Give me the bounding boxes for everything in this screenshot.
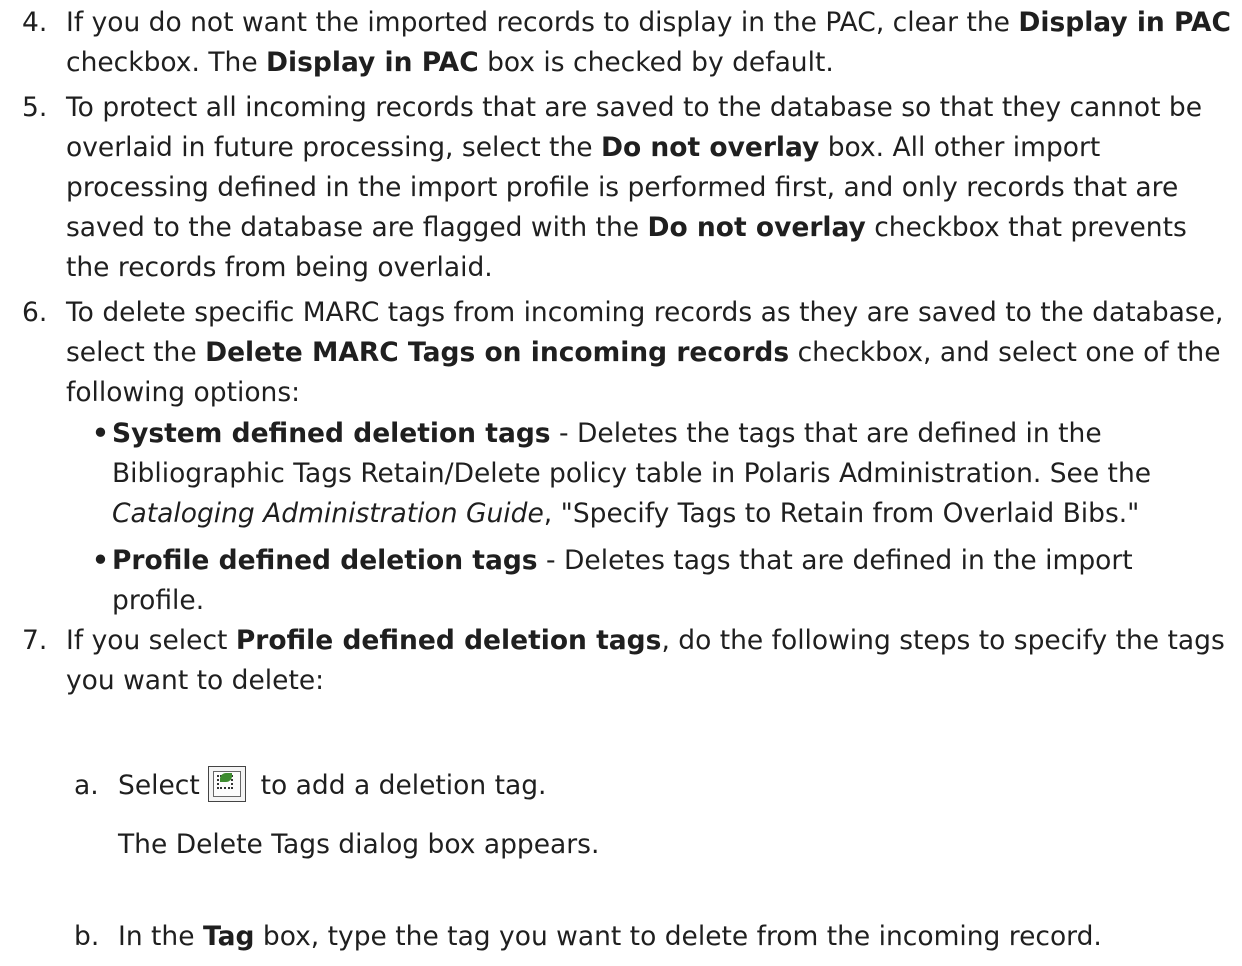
bullet-text: System defined deletion tags - Deletes t…: [112, 414, 1232, 534]
bold-term: Display in PAC: [1018, 7, 1231, 38]
step-5: 5. To protect all incoming records that …: [22, 88, 1232, 288]
step-7: 7. If you select Profile defined deletio…: [22, 621, 1232, 701]
bold-term: Display in PAC: [266, 47, 479, 78]
step-number: 6.: [22, 297, 48, 328]
substep-b: b. In the Tag box, type the tag you want…: [74, 917, 1234, 957]
bold-term: Profile defined deletion tags: [112, 545, 538, 576]
bullet-dot: •: [92, 545, 109, 576]
text-run: If you select: [66, 625, 236, 656]
step-number: 4.: [22, 7, 48, 38]
italic-title: Cataloging Administration Guide: [112, 498, 544, 529]
step-text: If you select Profile defined deletion t…: [66, 621, 1232, 701]
substep-a-note: The Delete Tags dialog box appears.: [74, 825, 1234, 865]
step-number: 7.: [22, 625, 48, 656]
substep-a: a. Select to add a deletion tag.: [74, 766, 1234, 806]
text-run: In the: [118, 921, 203, 952]
bold-term: Profile defined deletion tags: [235, 625, 662, 656]
bullet-system-defined: • System defined deletion tags - Deletes…: [92, 414, 1232, 534]
bold-term: Do not overlay: [600, 132, 820, 163]
substep-text-before: Select: [118, 770, 200, 801]
step-4: 4. If you do not want the imported recor…: [22, 3, 1232, 83]
substep-letter: a.: [74, 770, 99, 801]
bold-term: Tag: [202, 921, 255, 952]
substep-note: The Delete Tags dialog box appears.: [118, 829, 600, 860]
bold-term: Delete MARC Tags on incoming records: [205, 337, 790, 368]
step-6: 6. To delete specific MARC tags from inc…: [22, 293, 1232, 413]
substep-text-after: to add a deletion tag.: [252, 770, 547, 801]
bullet-profile-defined: • Profile defined deletion tags - Delete…: [92, 541, 1232, 621]
bullet-text: Profile defined deletion tags - Deletes …: [112, 541, 1232, 621]
bold-term: System defined deletion tags: [112, 418, 551, 449]
bullet-dot: •: [92, 418, 109, 449]
add-deletion-tag-icon: [208, 766, 247, 802]
text-run: box is checked by default.: [478, 47, 834, 78]
substep-text: Select to add a deletion tag.: [118, 766, 1234, 806]
bold-term: Do not overlay: [647, 212, 866, 243]
text-run: checkbox. The: [66, 47, 267, 78]
text-run: , "Specify Tags to Retain from Overlaid …: [543, 498, 1140, 529]
text-run: If you do not want the imported records …: [66, 7, 1019, 38]
step-text: If you do not want the imported records …: [66, 3, 1232, 83]
step-text: To delete specific MARC tags from incomi…: [66, 293, 1232, 413]
substep-text: In the Tag box, type the tag you want to…: [118, 917, 1234, 957]
step-number: 5.: [22, 92, 48, 123]
step-text: To protect all incoming records that are…: [66, 88, 1232, 288]
substep-letter: b.: [74, 921, 100, 952]
text-run: box, type the tag you want to delete fro…: [254, 921, 1102, 952]
